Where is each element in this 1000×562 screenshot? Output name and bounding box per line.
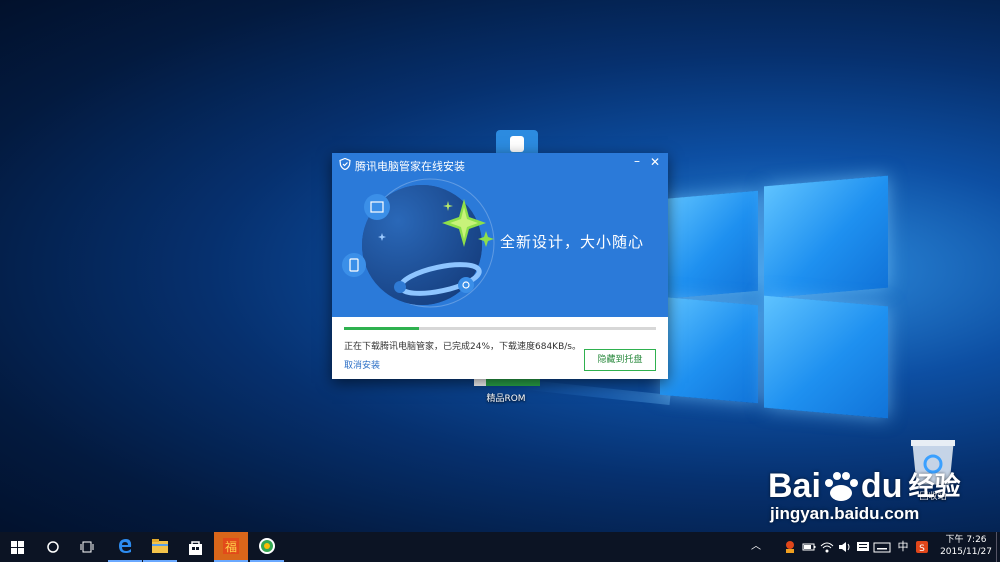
download-progress-fill: [344, 327, 419, 330]
desktop-icon-label: 精品ROM: [486, 394, 526, 404]
tray-clock[interactable]: 下午 7:26 2015/11/27: [940, 534, 992, 558]
volume-icon[interactable]: [838, 540, 852, 554]
tray-app-icon[interactable]: [784, 540, 796, 554]
watermark-url: jingyan.baidu.com: [770, 504, 920, 523]
download-progress-bar: [344, 327, 656, 330]
pc-manager-icon: [259, 538, 275, 554]
baidu-watermark: Bai du 经验 jingyan.baidu.com: [768, 467, 961, 523]
taskbar-edge[interactable]: [108, 532, 142, 562]
folder-icon: [152, 539, 168, 553]
svg-text:福: 福: [225, 539, 237, 554]
windows-logo-wallpaper: [660, 175, 892, 419]
sogou-ime-icon[interactable]: S: [915, 540, 929, 554]
dialog-banner: 腾讯电脑管家在线安装 – ✕ 全新设计，大小随心: [332, 153, 668, 317]
taskbar-fu-app[interactable]: 福: [214, 532, 248, 562]
wifi-icon[interactable]: [820, 540, 834, 554]
edge-icon: [119, 539, 132, 553]
action-center-icon[interactable]: [856, 540, 870, 554]
show-hidden-icons-button[interactable]: ︿: [750, 540, 762, 554]
slogan-text: 全新设计，大小随心: [500, 233, 645, 251]
planet-illustration: [342, 178, 495, 308]
installer-dialog: 腾讯电脑管家在线安装 – ✕ 全新设计，大小随心 正在下载腾讯电脑管家，已完成2…: [332, 153, 668, 379]
task-view-button[interactable]: [70, 532, 104, 562]
rom-icon: [474, 378, 540, 386]
clock-time: 下午 7:26: [945, 535, 987, 545]
show-desktop-button[interactable]: [996, 532, 1000, 562]
cortana-button[interactable]: [36, 532, 70, 562]
download-status-text: 正在下载腾讯电脑管家，已完成24%，下载速度684KB/s。: [344, 342, 581, 352]
fu-red-envelope-icon: 福: [223, 538, 239, 554]
shield-icon: [339, 158, 351, 170]
hide-to-tray-button[interactable]: 隐藏到托盘: [584, 349, 656, 371]
taskbar: 福 ︿ 中 S 下午 7:26 2015/11/27: [0, 532, 1000, 562]
windows-icon: [10, 540, 24, 554]
keyboard-icon[interactable]: [873, 540, 891, 554]
clock-date: 2015/11/27: [940, 547, 992, 557]
taskbar-qq-pc-manager[interactable]: [250, 532, 284, 562]
dialog-title: 腾讯电脑管家在线安装: [355, 160, 465, 173]
ime-indicator[interactable]: 中: [896, 540, 910, 554]
store-bag-icon: [188, 540, 202, 555]
cancel-install-link[interactable]: 取消安装: [344, 358, 380, 371]
svg-text:S: S: [919, 544, 925, 554]
taskbar-file-explorer[interactable]: [143, 532, 177, 562]
cortana-circle-icon: [47, 541, 59, 553]
battery-icon[interactable]: [802, 540, 816, 554]
close-button[interactable]: ✕: [648, 155, 662, 169]
taskbar-store[interactable]: [178, 532, 212, 562]
minimize-button[interactable]: –: [630, 155, 644, 169]
start-button[interactable]: [0, 532, 34, 562]
desktop-icon-rom[interactable]: 精品ROM: [470, 378, 542, 404]
task-view-icon: [80, 541, 94, 553]
paw-icon: [824, 472, 858, 501]
